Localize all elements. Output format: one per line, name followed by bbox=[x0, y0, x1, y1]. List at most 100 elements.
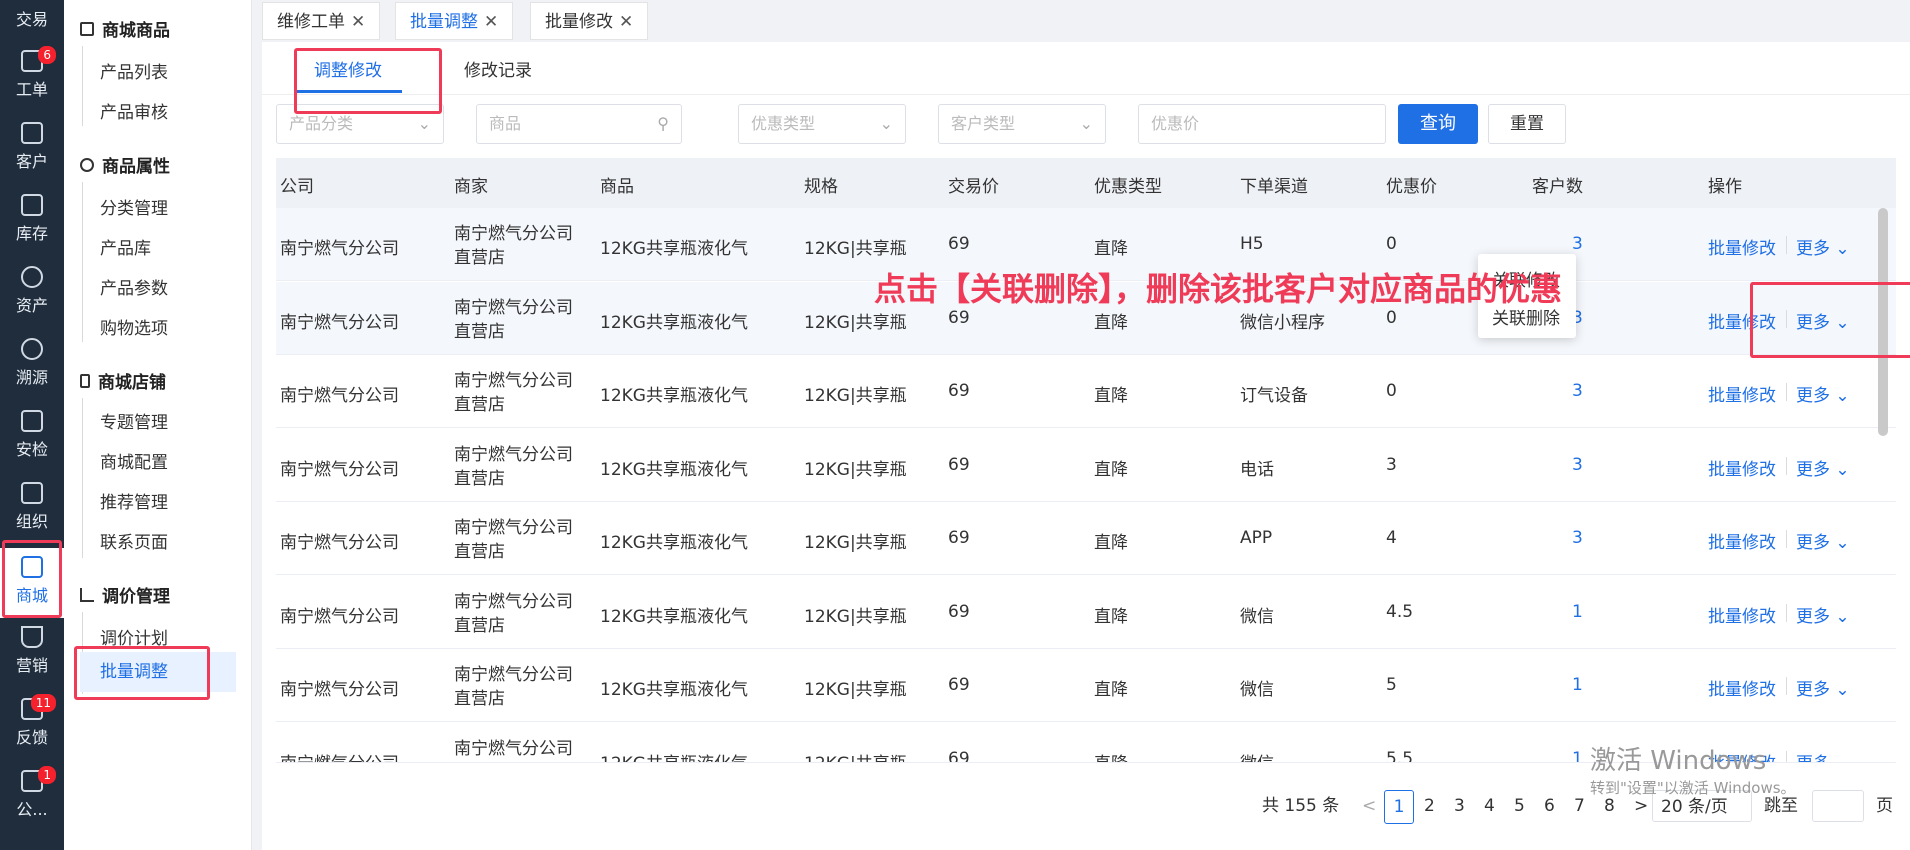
cell-channel: H5 bbox=[1240, 234, 1264, 254]
cell-dtype: 直降 bbox=[1094, 606, 1128, 627]
page-tabs: 维修工单 ✕ 批量调整 ✕ 批量修改 ✕ bbox=[252, 0, 1910, 42]
subtab-modify-history[interactable]: 修改记录 bbox=[464, 56, 532, 81]
nav-item-feedback[interactable]: 反馈 11 bbox=[0, 690, 64, 762]
nav-label: 组织 bbox=[15, 512, 48, 531]
menu-group-title: 商城店铺 bbox=[98, 373, 166, 393]
highlight-box-link-delete bbox=[1750, 282, 1910, 358]
cell-merchant: 南宁燃气分公司直营店 bbox=[454, 663, 573, 711]
page-number[interactable]: 5 bbox=[1514, 790, 1525, 822]
total-count: 共 155 条 bbox=[1262, 796, 1340, 816]
close-icon[interactable]: ✕ bbox=[619, 12, 633, 32]
nav-item-org[interactable]: 组织 bbox=[0, 474, 64, 546]
cell-merchant: 南宁燃气分公司直营店 bbox=[454, 369, 573, 417]
batch-modify-link[interactable]: 批量修改 bbox=[1708, 528, 1776, 553]
more-actions-button[interactable]: 更多 ⌄ bbox=[1796, 381, 1850, 406]
cell-customers[interactable]: 3 bbox=[1572, 381, 1583, 401]
page-number[interactable]: 1 bbox=[1384, 790, 1414, 824]
page-number[interactable]: 6 bbox=[1544, 790, 1555, 822]
cell-product: 12KG共享瓶液化气 bbox=[600, 459, 748, 480]
nav-item-trace[interactable]: 溯源 bbox=[0, 330, 64, 402]
more-actions-button[interactable]: 更多 ⌄ bbox=[1796, 528, 1850, 553]
page-number[interactable]: 4 bbox=[1484, 790, 1495, 822]
cell-dprice: 0 bbox=[1386, 234, 1397, 254]
more-actions-button[interactable]: 更多 ⌄ bbox=[1796, 675, 1850, 700]
menu-item-category[interactable]: 分类管理 bbox=[100, 194, 168, 219]
menu-item-product-params[interactable]: 产品参数 bbox=[100, 274, 168, 299]
badge-count: 6 bbox=[38, 46, 56, 64]
cell-spec: 12KG|共享瓶 bbox=[804, 606, 907, 627]
menu-item-product-library[interactable]: 产品库 bbox=[100, 234, 151, 259]
batch-modify-link[interactable]: 批量修改 bbox=[1708, 381, 1776, 406]
nav-label: 反馈 bbox=[15, 728, 48, 747]
batch-modify-link[interactable]: 批量修改 bbox=[1708, 455, 1776, 480]
tab-batch-modify[interactable]: 批量修改 ✕ bbox=[530, 2, 649, 40]
cell-channel: 订气设备 bbox=[1240, 386, 1308, 406]
page-number[interactable]: 2 bbox=[1424, 790, 1435, 822]
cell-customers[interactable]: 1 bbox=[1572, 602, 1583, 622]
nav-label: 营销 bbox=[15, 656, 48, 675]
tab-batch-adjust[interactable]: 批量调整 ✕ bbox=[395, 2, 514, 40]
query-button[interactable]: 查询 bbox=[1398, 104, 1478, 144]
menu-group-product-attrs: 商品属性 bbox=[80, 152, 170, 177]
cell-company: 南宁燃气分公司 bbox=[280, 312, 399, 333]
main-panel: 调整修改 修改记录 产品分类 ⌄ 商品 ⚲ 优惠类型 ⌄ 客户类型 ⌄ 优惠价 … bbox=[262, 42, 1910, 850]
more-actions-button[interactable]: 更多 ⌄ bbox=[1796, 234, 1850, 259]
page-number[interactable]: 7 bbox=[1574, 790, 1585, 822]
cell-customers[interactable]: 1 bbox=[1572, 749, 1583, 762]
cell-merchant: 南宁燃气分公司直营店 bbox=[454, 296, 573, 344]
nav-item-inventory[interactable]: 库存 bbox=[0, 186, 64, 258]
placeholder-text: 商品 bbox=[489, 114, 522, 133]
menu-item-contact-page[interactable]: 联系页面 bbox=[100, 528, 168, 553]
cell-price: 69 bbox=[948, 528, 970, 548]
more-actions-button[interactable]: 更多 ⌄ bbox=[1796, 602, 1850, 627]
more-actions-button[interactable]: 更多 ⌄ bbox=[1796, 749, 1850, 762]
nav-item-workorder[interactable]: 工单 6 bbox=[0, 42, 64, 114]
batch-modify-link[interactable]: 批量修改 bbox=[1708, 602, 1776, 627]
nav-item-asset[interactable]: 资产 bbox=[0, 258, 64, 330]
table-header: 公司 商家 商品 规格 交易价 优惠类型 下单渠道 优惠价 客户数 操作 bbox=[276, 158, 1896, 208]
watermark-line2: 转到"设置"以激活 Windows。 bbox=[1590, 779, 1796, 797]
cell-merchant-line2: 直营店 bbox=[454, 468, 505, 489]
menu-item-mall-config[interactable]: 商城配置 bbox=[100, 448, 168, 473]
col-header-spec: 规格 bbox=[804, 177, 838, 197]
nav-item-customer[interactable]: 客户 bbox=[0, 114, 64, 186]
cell-dprice: 5 bbox=[1386, 675, 1397, 695]
menu-group-title: 商品属性 bbox=[102, 157, 170, 177]
menu-item-product-list[interactable]: 产品列表 bbox=[100, 58, 168, 83]
col-header-company: 公司 bbox=[280, 177, 314, 197]
close-icon[interactable]: ✕ bbox=[351, 12, 365, 32]
nav-item-announce[interactable]: 公... 1 bbox=[0, 762, 64, 834]
cell-product: 12KG共享瓶液化气 bbox=[600, 386, 748, 406]
menu-item-product-audit[interactable]: 产品审核 bbox=[100, 98, 168, 123]
prev-page-button[interactable]: < bbox=[1362, 790, 1376, 822]
nav-item-marketing[interactable]: 营销 bbox=[0, 618, 64, 690]
close-icon[interactable]: ✕ bbox=[484, 12, 498, 32]
product-search-input[interactable]: 商品 ⚲ bbox=[476, 104, 682, 144]
nav-item-security-check[interactable]: 安检 bbox=[0, 402, 64, 474]
cell-customers[interactable]: 1 bbox=[1572, 675, 1583, 695]
cell-price: 69 bbox=[948, 675, 970, 695]
cell-customers[interactable]: 3 bbox=[1572, 455, 1583, 475]
cell-customers[interactable]: 3 bbox=[1572, 234, 1583, 254]
menu-item-recommend[interactable]: 推荐管理 bbox=[100, 488, 168, 513]
cell-merchant-line1: 南宁燃气分公司 bbox=[454, 738, 573, 759]
menu-group-title: 商城商品 bbox=[102, 21, 170, 41]
customer-type-select[interactable]: 客户类型 ⌄ bbox=[938, 104, 1106, 144]
menu-divider bbox=[82, 46, 83, 126]
menu-item-shopping-options[interactable]: 购物选项 bbox=[100, 314, 168, 339]
menu-item-topics[interactable]: 专题管理 bbox=[100, 408, 168, 433]
page-number[interactable]: 3 bbox=[1454, 790, 1465, 822]
more-actions-button[interactable]: 更多 ⌄ bbox=[1796, 455, 1850, 480]
placeholder-text: 优惠类型 bbox=[751, 114, 816, 133]
tab-repair-order[interactable]: 维修工单 ✕ bbox=[262, 2, 381, 40]
placeholder-text: 优惠价 bbox=[1151, 114, 1200, 133]
batch-modify-link[interactable]: 批量修改 bbox=[1708, 234, 1776, 259]
jump-page-input[interactable] bbox=[1812, 790, 1864, 822]
nav-label: 溯源 bbox=[15, 368, 48, 387]
batch-modify-link[interactable]: 批量修改 bbox=[1708, 675, 1776, 700]
reset-button[interactable]: 重置 bbox=[1488, 104, 1566, 144]
cell-spec: 12KG|共享瓶 bbox=[804, 749, 907, 762]
discount-price-input[interactable]: 优惠价 bbox=[1138, 104, 1386, 144]
discount-type-select[interactable]: 优惠类型 ⌄ bbox=[738, 104, 906, 144]
cell-customers[interactable]: 3 bbox=[1572, 528, 1583, 548]
